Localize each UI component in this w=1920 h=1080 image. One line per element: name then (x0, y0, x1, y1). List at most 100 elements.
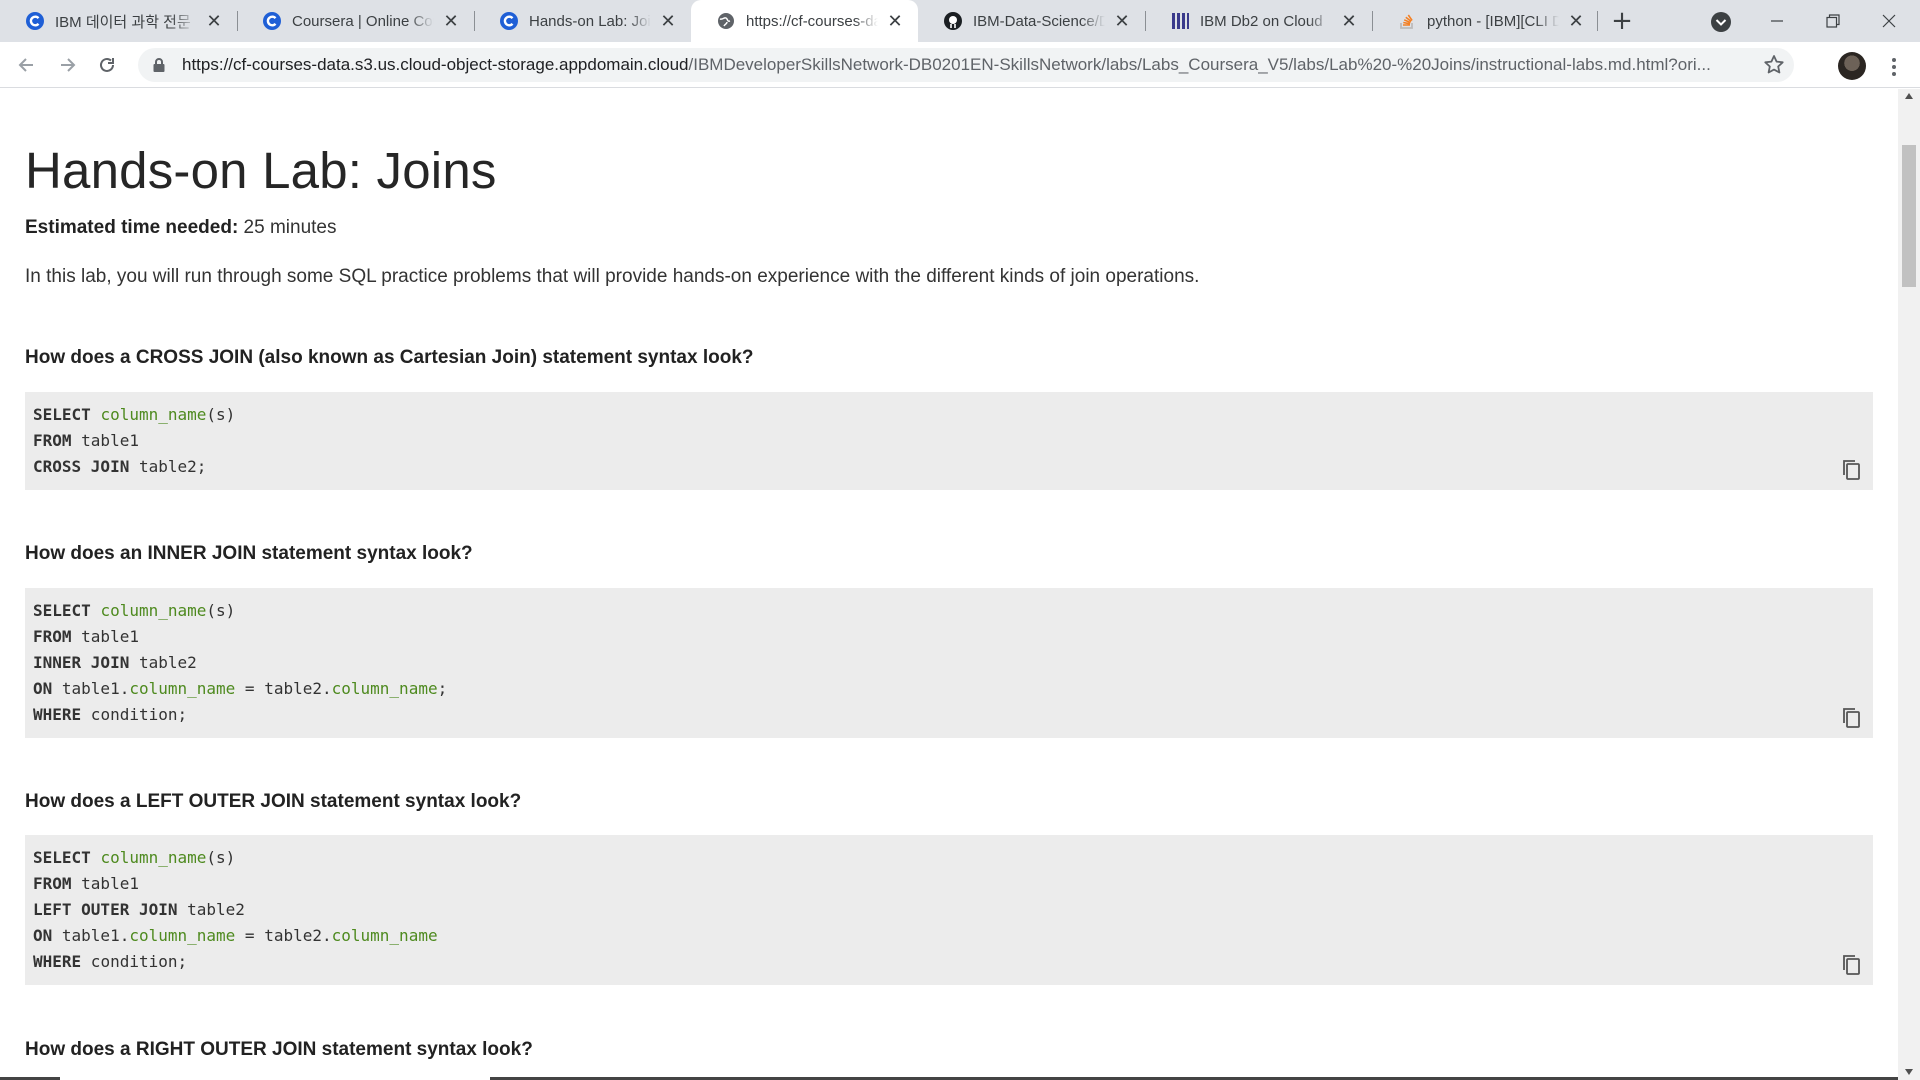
tab-close-icon[interactable]: ✕ (440, 10, 462, 32)
tab-title: IBM-Data-Science/Da (973, 12, 1105, 30)
copy-icon[interactable] (1841, 458, 1863, 482)
back-button[interactable] (12, 50, 42, 80)
sql-keyword: FROM (33, 874, 72, 893)
code-line: SELECT column_name(s) (33, 402, 1865, 428)
tab-title: IBM 데이터 과학 전문 (55, 13, 191, 31)
sql-keyword: SELECT (33, 848, 91, 867)
section-heading: How does an INNER JOIN statement syntax … (25, 543, 473, 564)
tab-title: IBM Db2 on Cloud (1200, 12, 1323, 30)
code-token: (s) (206, 405, 236, 424)
new-tab-button[interactable]: + (1608, 6, 1636, 36)
sql-keyword: SELECT (33, 405, 91, 424)
tab-separator (1597, 11, 1598, 31)
arrow-right-icon (61, 58, 76, 72)
scroll-up-arrow-icon[interactable] (1903, 91, 1915, 101)
sql-keyword: INNER JOIN (33, 653, 130, 672)
browser-tab[interactable]: Hands-on Lab: Joins | ✕ (474, 0, 691, 42)
scrollbar[interactable] (1898, 89, 1920, 1080)
browser-tab[interactable]: https://cf-courses-dat ✕ (691, 0, 918, 42)
code-token: table2; (129, 457, 207, 476)
code-token: (s) (206, 848, 236, 867)
lock-icon (153, 58, 165, 72)
page-content: Hands-on Lab: Joins Estimated time neede… (0, 89, 1898, 1080)
code-token: (s) (206, 601, 236, 620)
code-token: table2 (177, 900, 245, 919)
browser-tab[interactable]: Coursera | Online Cou ✕ (237, 0, 474, 42)
url-path: /IBMDeveloperSkillsNetwork-DB0201EN-Skil… (688, 55, 1711, 74)
copy-icon[interactable] (1841, 706, 1863, 730)
code-line: CROSS JOIN table2; (33, 454, 1865, 480)
estimated-time-label: Estimated time needed: (25, 217, 239, 238)
sql-keyword: WHERE (33, 705, 82, 724)
sql-identifier: column_name (129, 926, 236, 945)
tab-title: python - [IBM][CLI Dr (1427, 12, 1559, 30)
sql-keyword: CROSS JOIN (33, 457, 130, 476)
code-block: SELECT column_name(s) FROM table1 INNER JO… (25, 588, 1873, 738)
estimated-time-value: 25 minutes (238, 217, 337, 238)
code-line: FROM table1 (33, 624, 1865, 650)
browser-tab[interactable]: IBM 데이터 과학 전문 ✕ (0, 0, 237, 42)
coursera-icon (499, 11, 519, 31)
code-line: WHERE condition; (33, 702, 1865, 728)
tab-title: https://cf-courses-dat (746, 12, 878, 30)
sql-identifier: column_name (100, 601, 207, 620)
forward-button[interactable] (52, 50, 82, 80)
tab-close-icon[interactable]: ✕ (1111, 10, 1133, 32)
coursera-icon (262, 11, 282, 31)
restore-icon[interactable] (1805, 0, 1861, 42)
code-block: SELECT column_name(s) FROM table1 LEFT OUT… (25, 835, 1873, 985)
url-text[interactable]: https://cf-courses-data.s3.us.cloud-obje… (182, 55, 1752, 75)
browser-tab[interactable]: IBM-Data-Science/Da ✕ (918, 0, 1145, 42)
code-block: SELECT column_name(s) FROM table1 CROSS JO… (25, 392, 1873, 490)
profile-avatar[interactable] (1838, 52, 1866, 80)
code-line: SELECT column_name(s) (33, 845, 1865, 871)
section-heading: How does a RIGHT OUTER JOIN statement sy… (25, 1039, 533, 1060)
minimize-icon[interactable] (1749, 0, 1805, 42)
sql-identifier: column_name (100, 848, 207, 867)
tab-title: Coursera | Online Cou (292, 12, 434, 30)
reload-button[interactable] (92, 50, 122, 80)
tab-search-icon[interactable] (1710, 11, 1732, 33)
browser-tab[interactable]: IBM Db2 on Cloud ✕ (1145, 0, 1372, 42)
sql-identifier: column_name (100, 405, 207, 424)
intro-paragraph: In this lab, you will run through some S… (25, 266, 1200, 287)
sql-keyword: WHERE (33, 952, 82, 971)
tab-close-icon[interactable]: ✕ (1338, 10, 1360, 32)
tab-close-icon[interactable]: ✕ (657, 10, 679, 32)
window-close-icon[interactable] (1861, 0, 1917, 42)
code-line: ON table1.column_name = table2.column_na… (33, 923, 1865, 949)
more-vert-icon[interactable] (1884, 55, 1904, 79)
ibm-db2-icon (1170, 11, 1190, 31)
browser-tab[interactable]: python - [IBM][CLI Dr ✕ (1372, 0, 1599, 42)
tab-close-icon[interactable]: ✕ (1565, 10, 1587, 32)
section-heading: How does a LEFT OUTER JOIN statement syn… (25, 791, 522, 812)
arrow-left-icon (18, 58, 33, 72)
sql-keyword: FROM (33, 627, 72, 646)
code-token: table1 (71, 874, 139, 893)
sql-keyword: ON (33, 679, 53, 698)
sql-keyword: FROM (33, 431, 72, 450)
code-token: = table2. (235, 679, 332, 698)
scroll-thumb[interactable] (1902, 145, 1916, 287)
address-bar[interactable]: https://cf-courses-data.s3.us.cloud-obje… (138, 48, 1794, 82)
copy-icon[interactable] (1841, 953, 1863, 977)
sql-identifier: column_name (331, 926, 438, 945)
code-token: table1. (52, 926, 130, 945)
code-line: FROM table1 (33, 428, 1865, 454)
tab-strip: IBM 데이터 과학 전문 ✕ Coursera | Online Cou ✕ Hand… (0, 0, 1920, 42)
tab-close-icon[interactable]: ✕ (884, 10, 906, 32)
globe-icon (716, 11, 736, 31)
code-token: condition; (81, 705, 188, 724)
tab-close-icon[interactable]: ✕ (203, 10, 225, 32)
reload-icon (100, 57, 114, 72)
bookmark-star-icon[interactable] (1762, 53, 1786, 77)
sql-keyword: ON (33, 926, 53, 945)
code-line: FROM table1 (33, 871, 1865, 897)
scroll-down-arrow-icon[interactable] (1903, 1067, 1915, 1077)
sql-identifier: column_name (331, 679, 438, 698)
code-token: table1 (71, 627, 139, 646)
stackoverflow-icon (1397, 11, 1417, 31)
